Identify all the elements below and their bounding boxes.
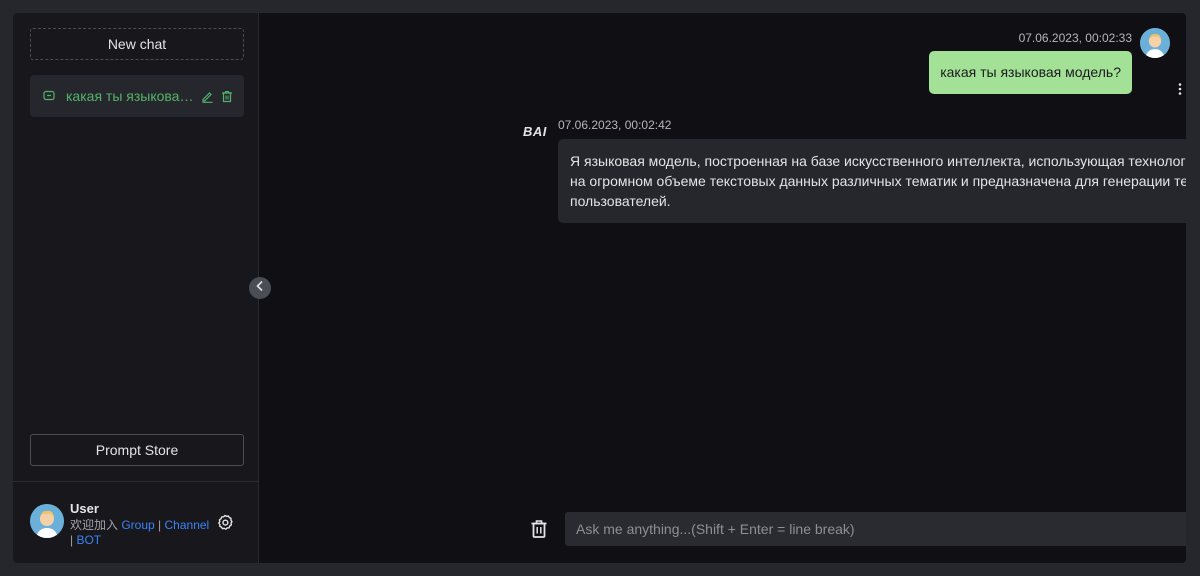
bot-logo: BAI <box>523 124 547 139</box>
bot-link[interactable]: BOT <box>76 533 101 547</box>
separator: | <box>154 518 165 532</box>
history-item-title: какая ты языковая модель? <box>66 88 194 104</box>
prompt-store-button[interactable]: Prompt Store <box>30 434 244 466</box>
collapse-sidebar-button[interactable] <box>249 277 271 299</box>
edit-icon[interactable] <box>200 89 214 103</box>
message-timestamp: 07.06.2023, 00:02:42 <box>558 118 672 132</box>
gear-icon[interactable] <box>216 514 234 532</box>
group-link[interactable]: Group <box>121 518 154 532</box>
app-window: New chat какая ты языковая модель? Promp… <box>13 13 1186 563</box>
welcome-text: 欢迎加入 <box>70 518 122 532</box>
new-chat-button[interactable]: New chat <box>30 28 244 60</box>
more-vertical-icon[interactable] <box>1175 81 1185 97</box>
message-timestamp: 07.06.2023, 00:02:33 <box>1018 31 1132 45</box>
user-name: User <box>70 501 99 516</box>
avatar <box>1140 28 1170 58</box>
avatar <box>30 504 64 538</box>
sidebar: New chat какая ты языковая модель? Promp… <box>13 13 259 563</box>
clear-chat-trash-icon[interactable] <box>530 519 548 539</box>
chat-main: 07.06.2023, 00:02:33 какая ты языковая м… <box>259 13 1186 563</box>
chat-input[interactable] <box>565 512 1186 546</box>
user-description: 欢迎加入 Group | Channel | BOT <box>70 518 210 548</box>
bot-message-bubble: Я языковая модель, построенная на базе и… <box>558 139 1186 223</box>
chevron-left-icon <box>255 279 265 297</box>
message-icon <box>42 89 56 103</box>
user-panel: User 欢迎加入 Group | Channel | BOT <box>13 481 259 563</box>
history-item[interactable]: какая ты языковая модель? <box>30 75 244 117</box>
user-message-bubble: какая ты языковая модель? <box>929 51 1132 94</box>
trash-icon[interactable] <box>220 89 234 103</box>
channel-link[interactable]: Channel <box>165 518 210 532</box>
